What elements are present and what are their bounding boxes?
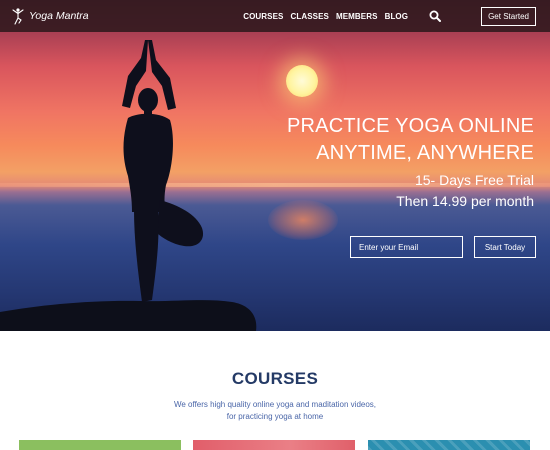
nav-link-classes[interactable]: CLASSES xyxy=(290,12,329,21)
courses-title: COURSES xyxy=(231,369,319,388)
course-cards xyxy=(0,440,550,450)
course-card-1[interactable] xyxy=(19,440,181,450)
hero-price-text: Then 14.99 per month xyxy=(396,193,534,209)
brand-name: Yoga Mantra xyxy=(29,10,89,22)
courses-description: We offers high quality online yoga and m… xyxy=(0,399,550,423)
top-navbar: Yoga Mantra COURSES CLASSES MEMBERS BLOG… xyxy=(0,0,550,32)
courses-section: COURSES We offers high quality online yo… xyxy=(0,331,550,450)
yoga-pose-icon xyxy=(12,8,24,25)
nav-links: COURSES CLASSES MEMBERS BLOG xyxy=(243,10,469,22)
nav-link-courses[interactable]: COURSES xyxy=(243,12,283,21)
hero-banner: Yoga Mantra COURSES CLASSES MEMBERS BLOG… xyxy=(0,0,550,331)
hero-text: PRACTICE YOGA ONLINE ANYTIME, ANYWHERE 1… xyxy=(287,113,534,212)
signup-form: Start Today xyxy=(350,236,536,258)
brand[interactable]: Yoga Mantra xyxy=(10,6,89,26)
get-started-button[interactable]: Get Started xyxy=(481,6,536,26)
start-today-button[interactable]: Start Today xyxy=(474,236,536,258)
search-icon[interactable] xyxy=(429,10,442,22)
email-input[interactable] xyxy=(350,236,463,258)
courses-desc-line2: for practicing yoga at home xyxy=(226,412,324,421)
nav-link-members[interactable]: MEMBERS xyxy=(336,12,378,21)
course-card-3[interactable] xyxy=(368,440,530,450)
hero-title-line1: PRACTICE YOGA ONLINE xyxy=(286,115,534,137)
hero-trial-text: 15- Days Free Trial xyxy=(414,172,534,188)
hero-title-line2: ANYTIME, ANYWHERE xyxy=(316,142,534,164)
course-card-2[interactable] xyxy=(193,440,355,450)
nav-link-blog[interactable]: BLOG xyxy=(385,12,409,21)
courses-desc-line1: We offers high quality online yoga and m… xyxy=(173,400,377,409)
